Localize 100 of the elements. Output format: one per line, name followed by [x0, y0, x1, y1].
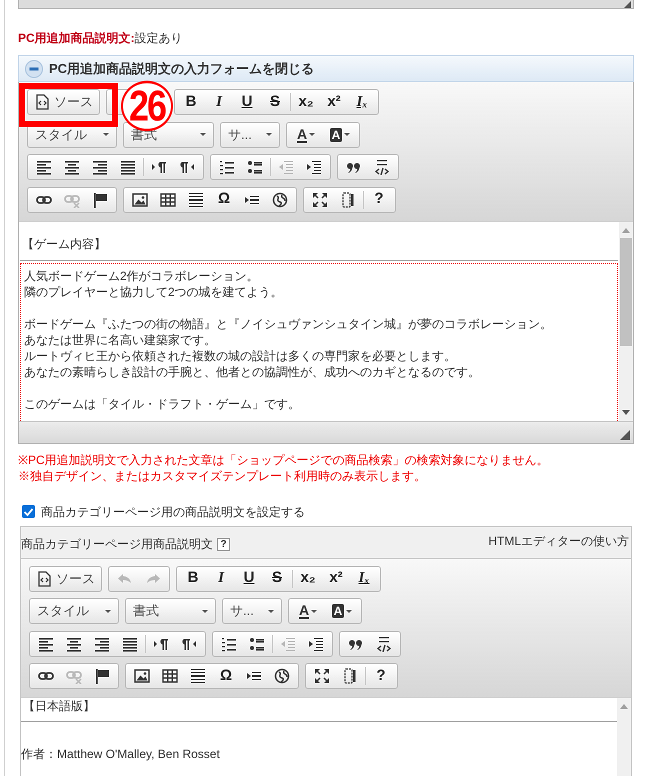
indent-icon: [306, 159, 322, 175]
maximize-icon: [314, 668, 330, 684]
scrollbar[interactable]: [619, 222, 633, 420]
text-line: あなたの素晴らしき設計の手腕と、他者との協調性が、成功へのカギとなるのです。: [24, 364, 481, 380]
format-button[interactable]: Ω: [212, 665, 240, 687]
caret-icon: [105, 610, 111, 612]
format-button[interactable]: Ω: [210, 188, 238, 210]
caret-icon: [266, 133, 272, 136]
div-icon: [376, 636, 392, 652]
text-line: 作者：Matthew O'Malley, Ben Rosset: [21, 746, 221, 762]
remove-format-button[interactable]: Iₓ: [348, 91, 376, 113]
strikethrough-button[interactable]: S: [263, 568, 291, 590]
horizontal-rule-icon: [190, 668, 206, 684]
text-line: ルートヴィヒ王から依頼された複数の城の設計は多くの専門家を必要とします。: [24, 348, 457, 364]
italic-button[interactable]: I: [205, 91, 233, 113]
help-button[interactable]: ?: [217, 538, 230, 551]
text-line: 人気ボードゲーム2作がコラボレーション。: [24, 268, 260, 284]
collapse-bar[interactable]: PC用追加商品説明文の入力フォームを閉じる: [18, 55, 634, 82]
strikethrough-button[interactable]: S: [261, 91, 289, 113]
bold-button[interactable]: B: [177, 91, 205, 113]
caret-icon: [311, 610, 318, 612]
scroll-up-icon: [622, 228, 630, 232]
justify-icon: [122, 636, 138, 652]
dropdown[interactable]: スタイル: [29, 598, 119, 624]
globe-icon: [272, 192, 288, 208]
align-left-icon: [38, 636, 54, 652]
horizontal-rule-icon: [188, 192, 204, 208]
caret-icon: [346, 610, 352, 612]
code-file-icon: [34, 94, 50, 110]
table-icon: [160, 192, 176, 208]
italic-button[interactable]: I: [207, 568, 235, 590]
setting-value: 設定あり: [134, 30, 183, 47]
bullet-list-icon: [249, 636, 265, 652]
maximize-icon: [312, 192, 328, 208]
format-button[interactable]: ?: [367, 665, 395, 687]
background-color-button[interactable]: A: [325, 600, 359, 622]
text-line: 隣のプレイヤーと協力して2つの城を建てよう。: [24, 284, 284, 300]
remove-format-button[interactable]: Iₓ: [350, 568, 378, 590]
setting-label: PC用追加商品説明文:: [18, 30, 135, 47]
outdent-icon: [278, 159, 294, 175]
bold-button[interactable]: B: [179, 568, 207, 590]
dropdown[interactable]: サ...: [220, 122, 280, 148]
scroll-down-icon: [622, 410, 630, 414]
text-line: このゲームは「タイル・ドラフト・ゲーム」です。: [24, 396, 301, 412]
underline-button[interactable]: U: [233, 91, 261, 113]
outdent-icon: [280, 636, 296, 652]
caret-icon: [344, 133, 350, 136]
numbered-list-icon: [219, 159, 235, 175]
text-direction-rtl-icon: [179, 159, 195, 175]
align-center-icon: [64, 159, 80, 175]
caret-icon: [202, 610, 208, 612]
caret-icon: [309, 133, 316, 136]
text-color-button[interactable]: A: [291, 600, 325, 622]
text-direction-ltr-icon: [151, 159, 167, 175]
underline-button[interactable]: U: [235, 568, 263, 590]
note-text: ※PC用追加説明文で入力された文章は「ショップページでの商品検索」の検索対象になりません。: [18, 452, 550, 468]
format-button[interactable]: x²: [322, 568, 350, 590]
globe-icon: [274, 668, 290, 684]
background-color-button[interactable]: A: [323, 124, 357, 146]
checkbox[interactable]: [22, 505, 35, 518]
caret-icon: [103, 133, 109, 136]
resize-grip-icon[interactable]: [620, 430, 630, 440]
image-icon: [132, 192, 148, 208]
caret-icon: [268, 610, 274, 612]
source-button[interactable]: ソース: [29, 566, 102, 592]
dropdown[interactable]: 書式: [125, 598, 216, 624]
caret-icon: [200, 133, 206, 136]
scrollbar[interactable]: [617, 698, 631, 776]
justify-icon: [120, 159, 136, 175]
scroll-up-icon: [620, 704, 628, 709]
format-button[interactable]: x₂: [294, 568, 322, 590]
editable-area[interactable]: 作者：Matthew O'Malley, Ben Rosset: [21, 722, 617, 762]
table-icon: [162, 668, 178, 684]
align-center-icon: [66, 636, 82, 652]
format-button[interactable]: x₂: [292, 91, 320, 113]
align-right-icon: [94, 636, 110, 652]
format-button[interactable]: x²: [320, 91, 348, 113]
check-icon: [23, 506, 34, 516]
collapse-bar-label: PC用追加商品説明文の入力フォームを閉じる: [49, 60, 314, 78]
flag-icon: [94, 668, 110, 684]
unlink-icon: [66, 668, 82, 684]
code-file-icon: [36, 570, 52, 586]
indent-icon: [308, 636, 324, 652]
note-text: ※独自デザイン、またはカスタマイズテンプレート利用時のみ表示します。: [18, 468, 427, 484]
content-heading: 【日本語版】: [23, 699, 95, 713]
bullet-list-icon: [247, 159, 263, 175]
numbered-list-icon: [221, 636, 237, 652]
dropdown[interactable]: サ...: [222, 598, 282, 624]
editor-title: 商品カテゴリーページ用商品説明文: [21, 536, 213, 552]
align-right-icon: [92, 159, 108, 175]
checkbox-label: 商品カテゴリーページ用の商品説明文を設定する: [41, 504, 305, 520]
format-button[interactable]: ?: [365, 188, 393, 210]
text-color-button[interactable]: A: [289, 124, 323, 146]
show-blocks-icon: [342, 668, 358, 684]
source-button[interactable]: ソース: [27, 89, 100, 115]
flag-icon: [92, 192, 108, 208]
text-line: ボードゲーム『ふたつの街の物語』と『ノイシュヴァンシュタイン城』が夢のコラボレーション。: [24, 316, 553, 332]
resize-grip-icon[interactable]: [624, 1, 631, 8]
div-icon: [374, 159, 390, 175]
help-link[interactable]: HTMLエディターの使い方: [488, 532, 631, 550]
